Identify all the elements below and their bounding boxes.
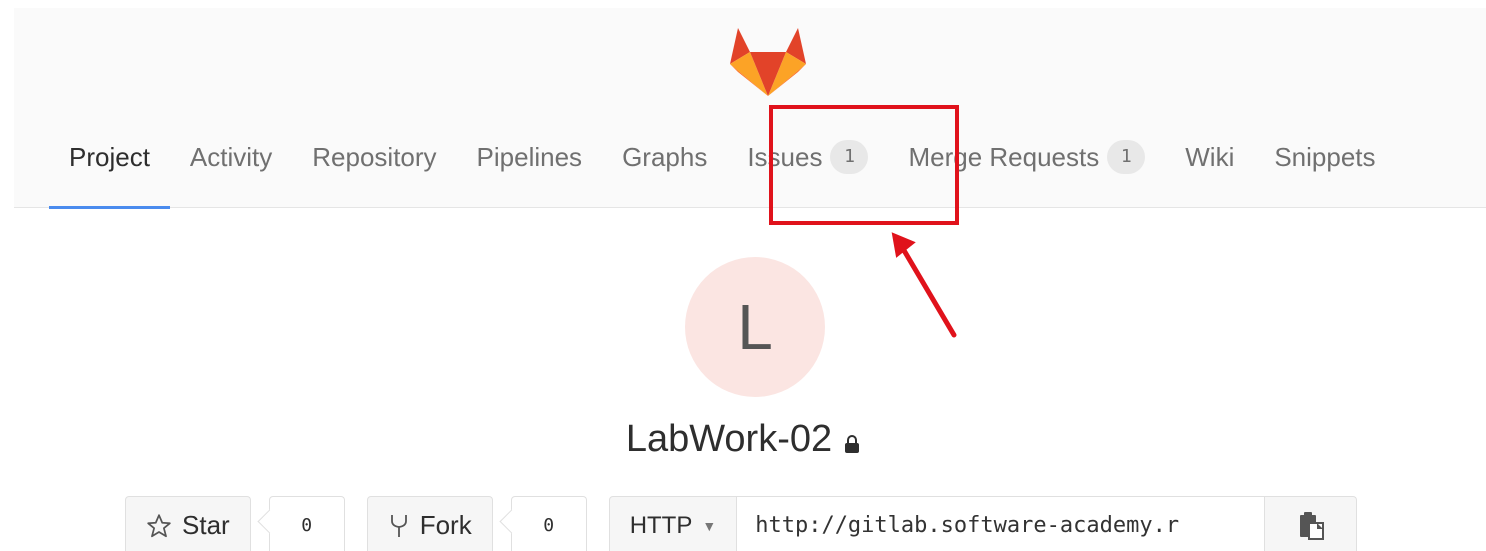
gitlab-logo-icon[interactable]: [730, 26, 806, 96]
tab-label: Pipelines: [476, 142, 583, 172]
protocol-dropdown[interactable]: HTTP ▼: [608, 496, 738, 551]
tab-activity[interactable]: Activity: [170, 130, 292, 208]
tab-pipelines[interactable]: Pipelines: [457, 130, 603, 208]
clone-url-input[interactable]: http://gitlab.software-academy.r: [737, 496, 1266, 551]
clone-widget: HTTP ▼ http://gitlab.software-academy.r: [608, 496, 1358, 551]
tab-label: Wiki: [1185, 142, 1235, 172]
project-title: LabWork-02: [0, 418, 1486, 461]
fork-icon: [390, 514, 407, 537]
star-outline-icon: [147, 513, 171, 537]
star-label: Star: [182, 510, 230, 540]
tab-snippets[interactable]: Snippets: [1254, 130, 1395, 208]
tab-wiki[interactable]: Wiki: [1165, 130, 1254, 208]
tab-label: Activity: [189, 142, 273, 172]
tab-merge-requests[interactable]: Merge Requests 1: [888, 130, 1165, 208]
fork-count[interactable]: 0: [510, 496, 587, 551]
merge-requests-count-badge: 1: [1107, 140, 1146, 174]
fork-label: Fork: [419, 510, 472, 540]
tab-label: Snippets: [1274, 142, 1376, 172]
annotation-arrow-icon: [891, 232, 957, 338]
caret-down-icon: ▼: [702, 517, 717, 534]
star-count[interactable]: 0: [268, 496, 345, 551]
tab-repository[interactable]: Repository: [292, 130, 456, 208]
tab-issues[interactable]: Issues 1: [727, 130, 888, 208]
tab-label: Graphs: [622, 142, 708, 172]
tab-label: Repository: [312, 142, 437, 172]
project-name: LabWork-02: [625, 418, 833, 460]
issues-count-badge: 1: [830, 140, 869, 174]
fork-button[interactable]: Fork: [366, 496, 493, 551]
top-header: Project Activity Repository Pipelines Gr…: [14, 8, 1486, 209]
protocol-label: HTTP: [629, 511, 693, 539]
tab-project[interactable]: Project: [49, 130, 170, 209]
star-button[interactable]: Star: [125, 496, 251, 551]
copy-url-button[interactable]: [1265, 496, 1358, 551]
tab-label: Issues: [747, 142, 823, 172]
lock-icon: [845, 434, 860, 453]
project-avatar: L: [685, 257, 825, 397]
tab-label: Project: [69, 142, 150, 172]
project-nav-tabs: Project Activity Repository Pipelines Gr…: [49, 130, 1396, 209]
project-actions: Star 0 Fork 0 HTTP ▼ http://gitlab.softw…: [125, 496, 1358, 551]
tab-label: Merge Requests: [908, 142, 1100, 172]
clipboard-icon: [1299, 511, 1324, 540]
tab-graphs[interactable]: Graphs: [602, 130, 727, 208]
